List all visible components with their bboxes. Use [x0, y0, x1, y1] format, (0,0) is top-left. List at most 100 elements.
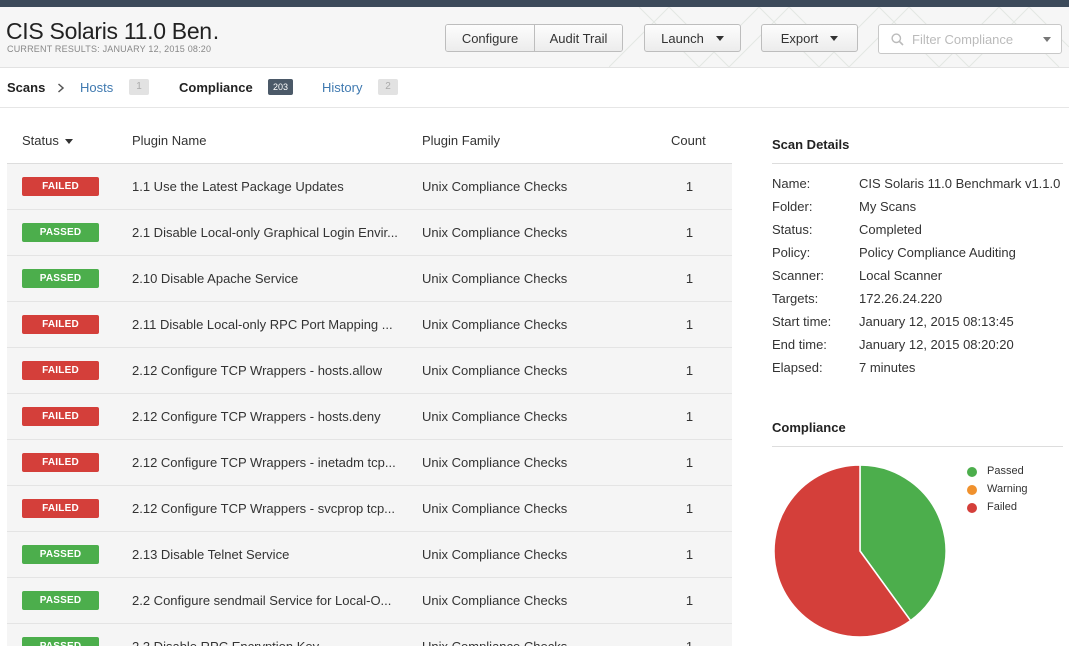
- compliance-table: Status Plugin Name Plugin Family Count F…: [7, 118, 732, 646]
- search-icon: [891, 32, 904, 46]
- plugin-count: 1: [685, 317, 694, 332]
- table-row[interactable]: PASSED 2.3 Disable RPC Encryption Key Unix…: [7, 624, 732, 646]
- audit-trail-button[interactable]: Audit Trail: [534, 25, 622, 51]
- launch-button[interactable]: Launch: [644, 24, 741, 52]
- scan-detail-value: Policy Compliance Auditing: [859, 245, 1016, 260]
- status-badge: PASSED: [22, 223, 99, 242]
- scan-detail-row: End time: January 12, 2015 08:20:20: [772, 337, 1063, 355]
- plugin-count: 1: [685, 593, 694, 608]
- chevron-down-icon: [715, 35, 724, 41]
- scan-detail-label: Start time:: [772, 314, 832, 329]
- status-badge: FAILED: [22, 177, 99, 196]
- scan-detail-value: CIS Solaris 11.0 Benchmark v1.1.0: [859, 176, 1061, 191]
- plugin-family: Unix Compliance Checks: [422, 409, 568, 424]
- tab-compliance[interactable]: Compliance: [179, 80, 253, 95]
- table-row[interactable]: FAILED 2.12 Configure TCP Wrappers - host…: [7, 348, 732, 394]
- breadcrumb-scans[interactable]: Scans: [7, 80, 45, 95]
- scan-detail-value: My Scans: [859, 199, 917, 214]
- launch-button-label: Launch: [661, 30, 704, 46]
- table-row[interactable]: PASSED 2.10 Disable Apache Service Unix Co…: [7, 256, 732, 302]
- status-badge: FAILED: [22, 499, 99, 518]
- table-row[interactable]: FAILED 2.12 Configure TCP Wrappers - inet…: [7, 440, 732, 486]
- status-badge: PASSED: [22, 637, 99, 646]
- status-badge: FAILED: [22, 315, 99, 334]
- plugin-count: 1: [685, 271, 694, 286]
- scan-detail-value: Local Scanner: [859, 268, 943, 283]
- compliance-heading: Compliance: [772, 420, 846, 435]
- chevron-down-icon: [830, 35, 839, 41]
- plugin-count: 1: [685, 409, 694, 424]
- plugin-count: 1: [685, 501, 694, 516]
- current-results-label: CURRENT RESULTS: JANUARY 12, 2015 08:20: [7, 44, 212, 54]
- scan-detail-label: Folder:: [772, 199, 813, 214]
- chevron-right-icon: [58, 83, 65, 93]
- legend-label: Warning: [987, 483, 1028, 495]
- scan-detail-row: Scanner: Local Scanner: [772, 268, 1063, 286]
- plugin-name: 2.12 Configure TCP Wrappers - hosts.allo…: [132, 363, 383, 378]
- column-header-count[interactable]: Count: [671, 133, 706, 148]
- history-count-badge: 2: [378, 79, 398, 95]
- plugin-name: 2.3 Disable RPC Encryption Key: [132, 639, 404, 646]
- legend-label: Failed: [987, 501, 1017, 513]
- plugin-family: Unix Compliance Checks: [422, 363, 568, 378]
- table-row[interactable]: PASSED 2.2 Configure sendmail Service for…: [7, 578, 732, 624]
- table-row[interactable]: PASSED 2.13 Disable Telnet Service Unix Co…: [7, 532, 732, 578]
- divider: [772, 446, 1063, 447]
- column-header-plugin-family[interactable]: Plugin Family: [422, 133, 500, 148]
- table-body: FAILED 1.1 Use the Latest Package Updates…: [7, 164, 732, 646]
- tab-history[interactable]: History: [322, 80, 362, 95]
- table-row[interactable]: FAILED 2.12 Configure TCP Wrappers - host…: [7, 394, 732, 440]
- column-header-plugin-name[interactable]: Plugin Name: [132, 133, 206, 148]
- scan-detail-value: 172.26.24.220: [859, 291, 943, 306]
- plugin-name: 2.13 Disable Telnet Service: [132, 547, 290, 562]
- plugin-count: 1: [647, 639, 732, 646]
- export-button[interactable]: Export: [761, 24, 858, 52]
- plugin-name: 1.1 Use the Latest Package Updates: [132, 179, 344, 194]
- plugin-name: 2.2 Configure sendmail Service for Local…: [132, 593, 392, 608]
- plugin-count: 1: [685, 363, 694, 378]
- hosts-count-badge: 1: [129, 79, 149, 95]
- scan-detail-value: January 12, 2015 08:13:45: [859, 314, 1014, 329]
- plugin-name: 2.12 Configure TCP Wrappers - hosts.deny: [132, 409, 381, 424]
- scan-detail-row: Status: Completed: [772, 222, 1063, 240]
- column-header-status[interactable]: Status: [22, 133, 59, 148]
- status-badge: FAILED: [22, 361, 99, 380]
- scan-detail-label: Targets:: [772, 291, 819, 306]
- plugin-count: 1: [685, 455, 694, 470]
- top-strip: [0, 0, 1069, 7]
- plugin-family: Unix Compliance Checks: [422, 179, 568, 194]
- legend-swatch: [967, 467, 977, 477]
- legend-label: Passed: [987, 465, 1024, 477]
- table-row[interactable]: PASSED 2.1 Disable Local-only Graphical L…: [7, 210, 732, 256]
- plugin-count: 1: [685, 547, 694, 562]
- plugin-family: Unix Compliance Checks: [422, 501, 568, 516]
- scan-detail-value: 7 minutes: [859, 360, 916, 375]
- configure-audit-button-group: Configure Audit Trail: [445, 24, 623, 52]
- status-badge: FAILED: [22, 453, 99, 472]
- scan-detail-label: Status:: [772, 222, 813, 237]
- plugin-family: Unix Compliance Checks: [422, 455, 568, 470]
- table-row[interactable]: FAILED 2.12 Configure TCP Wrappers - svcp…: [7, 486, 732, 532]
- scan-detail-label: Name:: [772, 176, 811, 191]
- scan-detail-label: Elapsed:: [772, 360, 823, 375]
- plugin-name: 2.12 Configure TCP Wrappers - svcprop tc…: [132, 501, 396, 516]
- sort-down-icon[interactable]: [65, 139, 73, 144]
- legend-swatch: [967, 485, 977, 495]
- filter-compliance-field[interactable]: [878, 24, 1062, 54]
- scan-detail-value: Completed: [859, 222, 922, 237]
- compliance-pie-chart: [773, 464, 947, 638]
- plugin-family: Unix Compliance Checks: [422, 317, 568, 332]
- chevron-down-icon[interactable]: [1043, 37, 1051, 42]
- plugin-count: 1: [685, 179, 694, 194]
- plugin-count: 1: [685, 225, 694, 240]
- plugin-family: Unix Compliance Checks: [422, 271, 568, 286]
- scan-detail-label: End time:: [772, 337, 827, 352]
- table-row[interactable]: FAILED 2.11 Disable Local-only RPC Port M…: [7, 302, 732, 348]
- filter-compliance-input[interactable]: [912, 31, 1032, 47]
- scan-detail-row: Folder: My Scans: [772, 199, 1063, 217]
- status-badge: FAILED: [22, 407, 99, 426]
- tab-hosts[interactable]: Hosts: [80, 80, 113, 95]
- configure-button[interactable]: Configure: [446, 25, 534, 51]
- table-row[interactable]: FAILED 1.1 Use the Latest Package Updates…: [7, 164, 732, 210]
- plugin-name: 2.11 Disable Local-only RPC Port Mapping…: [132, 317, 393, 332]
